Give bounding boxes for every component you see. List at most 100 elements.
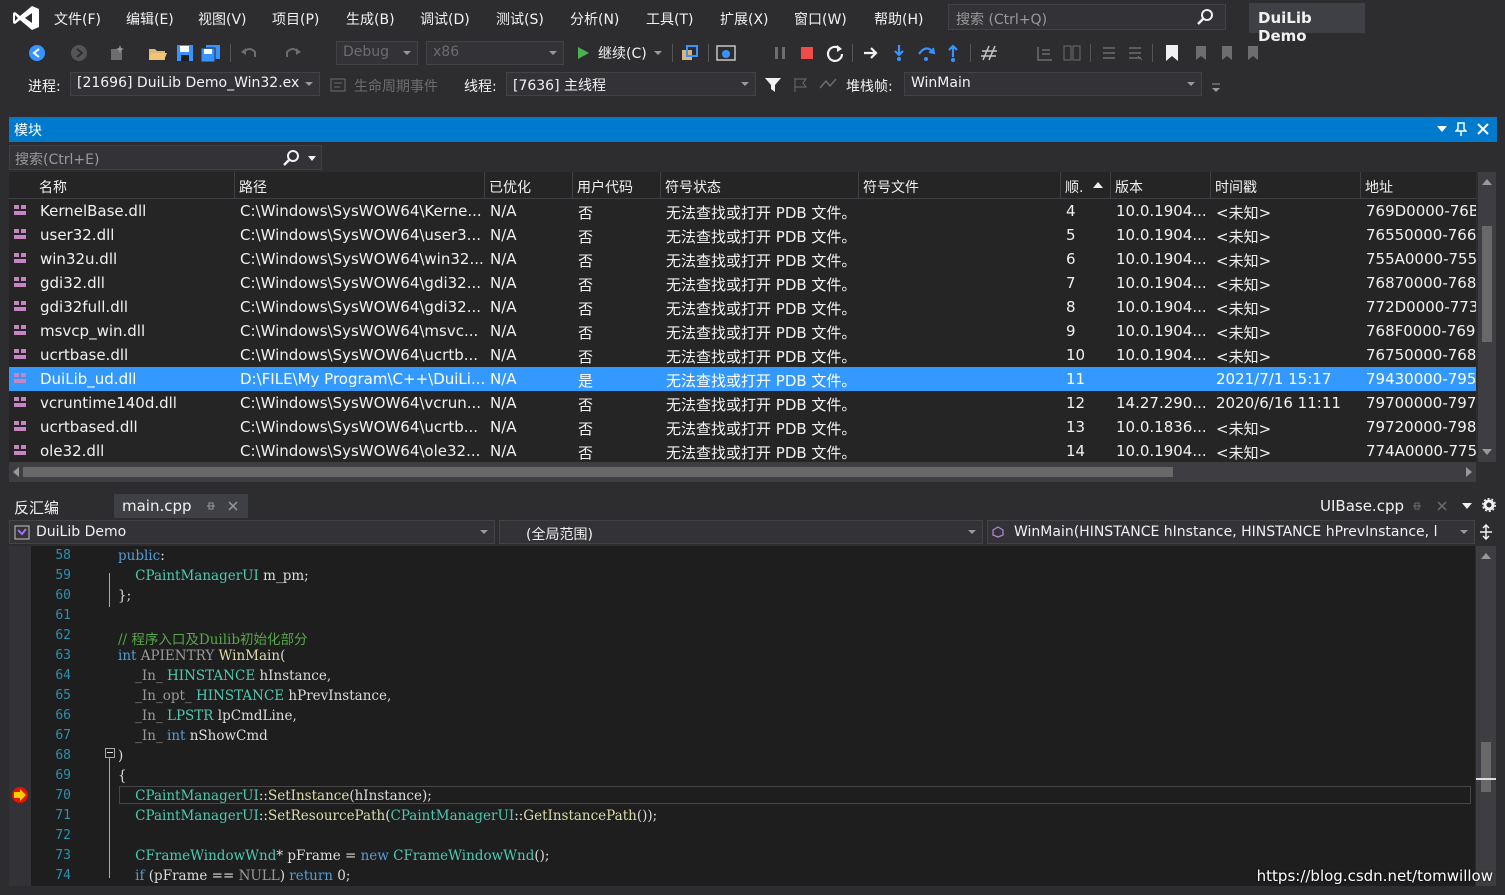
column-header-9[interactable]: 时间戳 — [1215, 177, 1257, 197]
menu-item-5[interactable]: 生成(B) — [346, 9, 395, 29]
column-separator[interactable] — [858, 172, 859, 198]
filter-icon[interactable] — [764, 76, 782, 94]
tab-uibase-cpp[interactable]: UIBase.cpp — [1312, 494, 1412, 518]
window-menu-chevron-icon[interactable] — [1437, 125, 1447, 133]
table-row[interactable]: gdi32full.dll C:\Windows\SysWOW64\gdi32..… — [9, 295, 1476, 319]
process-dropdown[interactable]: [21696] DuiLib Demo_Win32.ex — [70, 72, 320, 96]
step-over-icon[interactable] — [916, 44, 936, 62]
column-header-5[interactable]: 符号状态 — [665, 177, 721, 197]
menu-item-10[interactable]: 扩展(X) — [720, 9, 769, 29]
attach-process-icon[interactable] — [680, 44, 700, 62]
toggle-stack-frames-icon[interactable] — [818, 76, 838, 94]
column-header-1[interactable]: 名称 — [39, 177, 67, 197]
function-dropdown[interactable]: WinMain(HINSTANCE hInstance, HINSTANCE h… — [987, 520, 1475, 544]
close-icon[interactable] — [1477, 123, 1489, 135]
flag-thread-icon[interactable] — [792, 76, 810, 94]
scope-dropdown[interactable]: (全局范围) — [499, 520, 983, 544]
menu-item-12[interactable]: 帮助(H) — [874, 9, 923, 29]
lifecycle-events-icon[interactable] — [330, 77, 348, 93]
table-row[interactable]: user32.dll C:\Windows\SysWOW64\user3... N/… — [9, 223, 1476, 247]
column-separator[interactable] — [1210, 172, 1211, 198]
code-line[interactable]: CFrameWindowWnd* pFrame = new CFrameWind… — [118, 848, 549, 864]
code-editor[interactable]: 58 public: 59 CPaintManagerUI m_pm; 60}; 61 6… — [9, 546, 1475, 886]
comment-out-icon[interactable] — [1100, 44, 1118, 62]
scroll-left-icon[interactable] — [12, 467, 20, 477]
table-row[interactable]: DuiLib_ud.dll D:\FILE\My Program\C++\DuiL… — [9, 367, 1476, 391]
pin-icon[interactable] — [206, 501, 216, 511]
column-header-6[interactable]: 符号文件 — [863, 177, 919, 197]
column-separator[interactable] — [1110, 172, 1111, 198]
table-row[interactable]: ucrtbase.dll C:\Windows\SysWOW64\ucrtb...… — [9, 343, 1476, 367]
menu-item-6[interactable]: 调试(D) — [420, 9, 470, 29]
step-into-icon[interactable] — [890, 44, 908, 62]
table-row[interactable]: msvcp_win.dll C:\Windows\SysWOW64\msvc...… — [9, 319, 1476, 343]
thread-dropdown[interactable]: [7636] 主线程 — [506, 72, 756, 96]
table-row[interactable]: ole32.dll C:\Windows\SysWOW64\ole32... N/A… — [9, 439, 1476, 462]
stack-icon[interactable] — [1062, 44, 1082, 62]
search-icon[interactable] — [283, 149, 301, 167]
tab-main-cpp[interactable]: main.cpp — [114, 494, 248, 518]
table-row[interactable]: KernelBase.dll C:\Windows\SysWOW64\Kerne.… — [9, 199, 1476, 223]
column-header-10[interactable]: 地址 — [1365, 177, 1393, 197]
close-icon[interactable] — [1437, 501, 1447, 511]
modules-horizontal-scrollbar[interactable] — [9, 462, 1476, 482]
pin-icon[interactable] — [1455, 122, 1467, 136]
close-icon[interactable] — [228, 501, 238, 511]
code-line[interactable]: CPaintManagerUI m_pm; — [118, 568, 309, 584]
browser-link-icon[interactable] — [716, 44, 736, 62]
code-line[interactable]: if (pFrame == NULL) return 0; — [118, 868, 350, 884]
toolbar-overflow-icon[interactable] — [1210, 82, 1222, 94]
navigate-back-icon[interactable] — [28, 44, 46, 62]
code-line[interactable]: public: — [118, 548, 165, 564]
scrollbar-thumb[interactable] — [1481, 742, 1491, 792]
column-header-3[interactable]: 已优化 — [489, 177, 531, 197]
table-row[interactable]: gdi32.dll C:\Windows\SysWOW64\gdi32... N/A… — [9, 271, 1476, 295]
code-line[interactable]: ) — [118, 748, 123, 764]
stack-frame-dropdown[interactable]: WinMain — [904, 72, 1202, 96]
menu-item-3[interactable]: 视图(V) — [198, 9, 247, 29]
split-window-icon[interactable] — [1479, 524, 1493, 540]
bookmark-icon[interactable] — [1164, 44, 1180, 62]
tab-list-chevron-icon[interactable] — [1462, 503, 1472, 510]
scrollbar-thumb[interactable] — [1482, 226, 1492, 342]
scroll-down-icon[interactable] — [1482, 448, 1492, 456]
scrollbar-thumb[interactable] — [23, 467, 1173, 477]
code-line[interactable]: _In_opt_ HINSTANCE hPrevInstance, — [118, 688, 391, 704]
column-separator[interactable] — [484, 172, 485, 198]
column-header-4[interactable]: 用户代码 — [577, 177, 633, 197]
solution-platform-dropdown[interactable]: x86 — [426, 41, 564, 65]
visual-studio-logo-icon[interactable] — [12, 5, 40, 31]
code-line[interactable]: _In_ LPSTR lpCmdLine, — [118, 708, 297, 724]
code-line[interactable]: _In_ int nShowCmd — [118, 728, 268, 744]
column-separator[interactable] — [660, 172, 661, 198]
column-header-7[interactable]: 顺. — [1065, 177, 1083, 197]
breakpoint-current-statement-icon[interactable] — [10, 786, 30, 804]
save-icon[interactable] — [176, 44, 194, 62]
code-line[interactable]: }; — [118, 588, 131, 604]
column-separator[interactable] — [572, 172, 573, 198]
menu-item-2[interactable]: 编辑(E) — [126, 9, 174, 29]
code-line[interactable]: CPaintManagerUI::SetResourcePath(CPaintM… — [118, 808, 657, 824]
save-all-icon[interactable] — [200, 44, 222, 62]
gear-icon[interactable] — [1482, 498, 1496, 512]
pin-icon[interactable] — [1412, 501, 1422, 511]
tab-disassembly[interactable]: 反汇编 — [6, 494, 67, 518]
hex-display-icon[interactable] — [980, 44, 1000, 62]
editor-vertical-scrollbar[interactable] — [1476, 546, 1496, 886]
lifecycle-events-label[interactable]: 生命周期事件 — [354, 76, 438, 96]
navigate-forward-icon[interactable] — [70, 44, 88, 62]
restart-icon[interactable] — [826, 44, 844, 62]
scroll-right-icon[interactable] — [1465, 467, 1473, 477]
menu-item-4[interactable]: 项目(P) — [272, 9, 319, 29]
next-bookmark-icon[interactable] — [1218, 44, 1236, 62]
column-separator[interactable] — [1060, 172, 1061, 198]
undo-icon[interactable] — [240, 44, 258, 62]
column-header-8[interactable]: 版本 — [1115, 177, 1143, 197]
table-row[interactable]: win32u.dll C:\Windows\SysWOW64\win32... N/… — [9, 247, 1476, 271]
menu-item-8[interactable]: 分析(N) — [570, 9, 619, 29]
project-dropdown[interactable]: DuiLib Demo — [9, 520, 495, 544]
modules-vertical-scrollbar[interactable] — [1478, 172, 1496, 462]
code-line[interactable]: int APIENTRY WinMain( — [118, 648, 285, 664]
table-row[interactable]: vcruntime140d.dll C:\Windows\SysWOW64\vcr… — [9, 391, 1476, 415]
continue-button[interactable]: 继续(C) — [574, 41, 668, 65]
